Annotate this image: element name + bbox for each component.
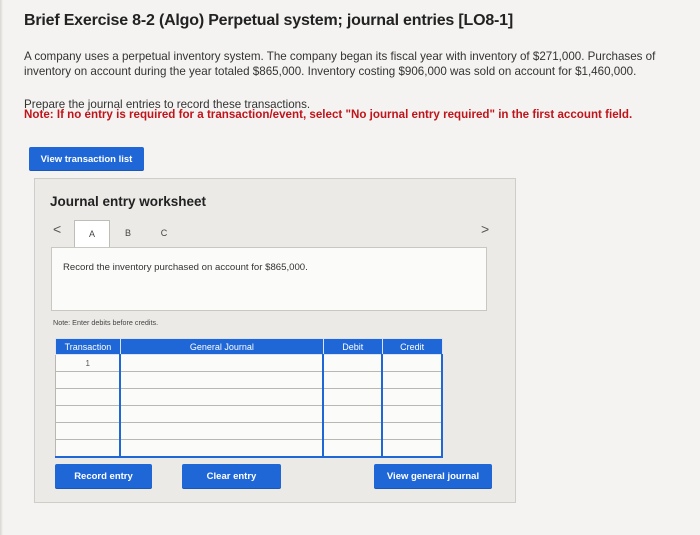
transaction-prompt-box: Record the inventory purchased on accoun…	[51, 247, 487, 311]
credit-input[interactable]	[381, 354, 443, 372]
view-transaction-list-button[interactable]: View transaction list	[29, 147, 144, 171]
record-entry-button[interactable]: Record entry	[55, 464, 152, 489]
account-select[interactable]	[119, 371, 325, 389]
next-arrow-icon[interactable]: >	[481, 221, 489, 237]
instruction-note: Note: If no entry is required for a tran…	[24, 108, 633, 121]
debits-credits-note: Note: Enter debits before credits.	[53, 318, 159, 327]
column-header-transaction: Transaction	[55, 338, 121, 355]
journal-entry-worksheet: Journal entry worksheet < A B C > Record…	[34, 178, 516, 503]
debit-input[interactable]	[322, 405, 384, 423]
account-select[interactable]	[119, 354, 325, 372]
credit-input[interactable]	[381, 405, 443, 423]
account-select[interactable]	[119, 439, 325, 458]
debit-input[interactable]	[322, 422, 384, 440]
debit-input[interactable]	[322, 354, 384, 372]
clear-entry-button[interactable]: Clear entry	[182, 464, 281, 489]
view-general-journal-button[interactable]: View general journal	[374, 464, 492, 489]
transaction-cell	[55, 371, 121, 389]
column-header-credit: Credit	[381, 338, 443, 355]
tab-b[interactable]: B	[110, 220, 146, 246]
problem-description: A company uses a perpetual inventory sys…	[24, 50, 656, 78]
table-row: 1	[55, 354, 443, 372]
worksheet-tabs: A B C	[74, 220, 182, 247]
credit-input[interactable]	[381, 439, 443, 458]
page-title: Brief Exercise 8-2 (Algo) Perpetual syst…	[24, 12, 513, 29]
account-select[interactable]	[119, 388, 325, 406]
table-row	[55, 405, 443, 423]
debit-input[interactable]	[322, 388, 384, 406]
account-select[interactable]	[119, 405, 325, 423]
account-select[interactable]	[119, 422, 325, 440]
transaction-cell	[55, 388, 121, 406]
table-row	[55, 371, 443, 389]
column-header-general-journal: General Journal	[119, 338, 324, 355]
credit-input[interactable]	[381, 422, 443, 440]
debit-input[interactable]	[322, 439, 384, 458]
tab-a[interactable]: A	[74, 220, 110, 247]
left-edge-shadow	[0, 0, 3, 535]
previous-arrow-icon[interactable]: <	[53, 221, 61, 237]
credit-input[interactable]	[381, 371, 443, 389]
transaction-cell: 1	[55, 354, 121, 372]
table-row	[55, 422, 443, 440]
transaction-prompt: Record the inventory purchased on accoun…	[63, 262, 308, 273]
journal-table: Transaction General Journal Debit Credit…	[55, 338, 443, 458]
transaction-cell	[55, 422, 121, 440]
transaction-cell	[55, 439, 121, 458]
debit-input[interactable]	[322, 371, 384, 389]
worksheet-title: Journal entry worksheet	[50, 194, 207, 209]
credit-input[interactable]	[381, 388, 443, 406]
column-header-debit: Debit	[322, 338, 383, 355]
tab-c[interactable]: C	[146, 220, 182, 246]
table-row	[55, 439, 443, 458]
table-row	[55, 388, 443, 406]
transaction-cell	[55, 405, 121, 423]
